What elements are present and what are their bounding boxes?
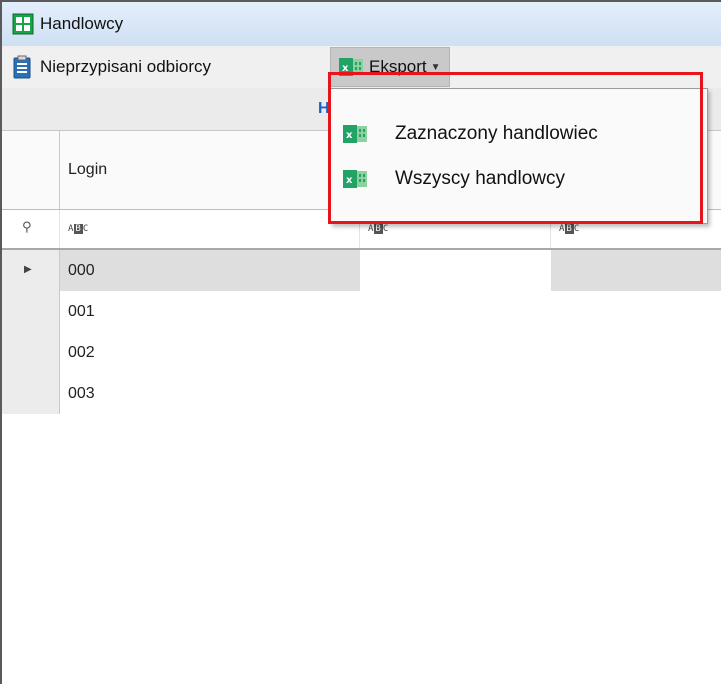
row-indicator[interactable] [2,332,60,373]
abc-filter-icon: ABC [68,224,90,234]
row-indicator-header [2,131,60,210]
cell-login[interactable]: 003 [60,373,360,414]
export-dropdown-menu: x Zaznaczony handlowiec x Wszyscy handlo… [330,88,708,224]
selected-cell-col3[interactable] [551,250,721,291]
row-indicator[interactable]: ▶ [2,250,60,291]
table-row[interactable]: 003 [2,373,362,414]
svg-text:x: x [346,130,353,141]
table-row[interactable]: 001 [2,291,362,332]
cell-login[interactable]: 002 [60,332,360,373]
grid-app-icon [12,13,34,35]
menu-item-label: Zaznaczony handlowiec [395,123,598,144]
filter-pin-cell[interactable]: ⚲ [2,210,60,248]
cell-login[interactable]: 001 [60,291,360,332]
column-label-login: Login [68,161,108,178]
table-row[interactable]: ▶ 000 [2,250,362,291]
abc-filter-icon: ABC [368,224,390,234]
handlowcy-window: Handlowcy Nieprzypisani odbiorcy x Ekspo… [0,0,721,684]
title-bar: Handlowcy [2,2,721,47]
excel-icon: x [343,125,367,143]
clipboard-icon [13,55,31,79]
table-row[interactable]: 002 [2,332,362,373]
row-indicator[interactable] [2,291,60,332]
row-pointer-icon: ▶ [24,264,32,275]
svg-text:x: x [346,175,353,186]
abc-filter-icon: ABC [559,224,581,234]
cell-login[interactable]: 000 [60,250,360,291]
export-label: Eksport [369,57,427,76]
excel-icon: x [343,170,367,188]
excel-icon: x [339,58,363,76]
unassigned-customers-label: Nieprzypisani odbiorcy [40,57,212,76]
filter-login[interactable]: ABC [60,210,360,248]
column-header-login[interactable]: Login [60,131,360,210]
unassigned-customers-button[interactable]: Nieprzypisani odbiorcy [12,50,211,84]
menu-item-selected-salesperson[interactable]: x Zaznaczony handlowiec [331,114,707,154]
pin-icon: ⚲ [22,219,32,234]
svg-text:x: x [342,63,349,74]
menu-item-all-salespeople[interactable]: x Wszyscy handlowcy [331,159,707,199]
group-header-label: H [318,100,330,117]
toolbar: Nieprzypisani odbiorcy x Eksport ▼ [2,46,721,89]
export-button[interactable]: x Eksport ▼ [330,47,450,87]
chevron-down-icon: ▼ [430,61,441,73]
row-indicator[interactable] [2,373,60,414]
window-title: Handlowcy [40,14,124,33]
menu-item-label: Wszyscy handlowcy [395,168,565,189]
